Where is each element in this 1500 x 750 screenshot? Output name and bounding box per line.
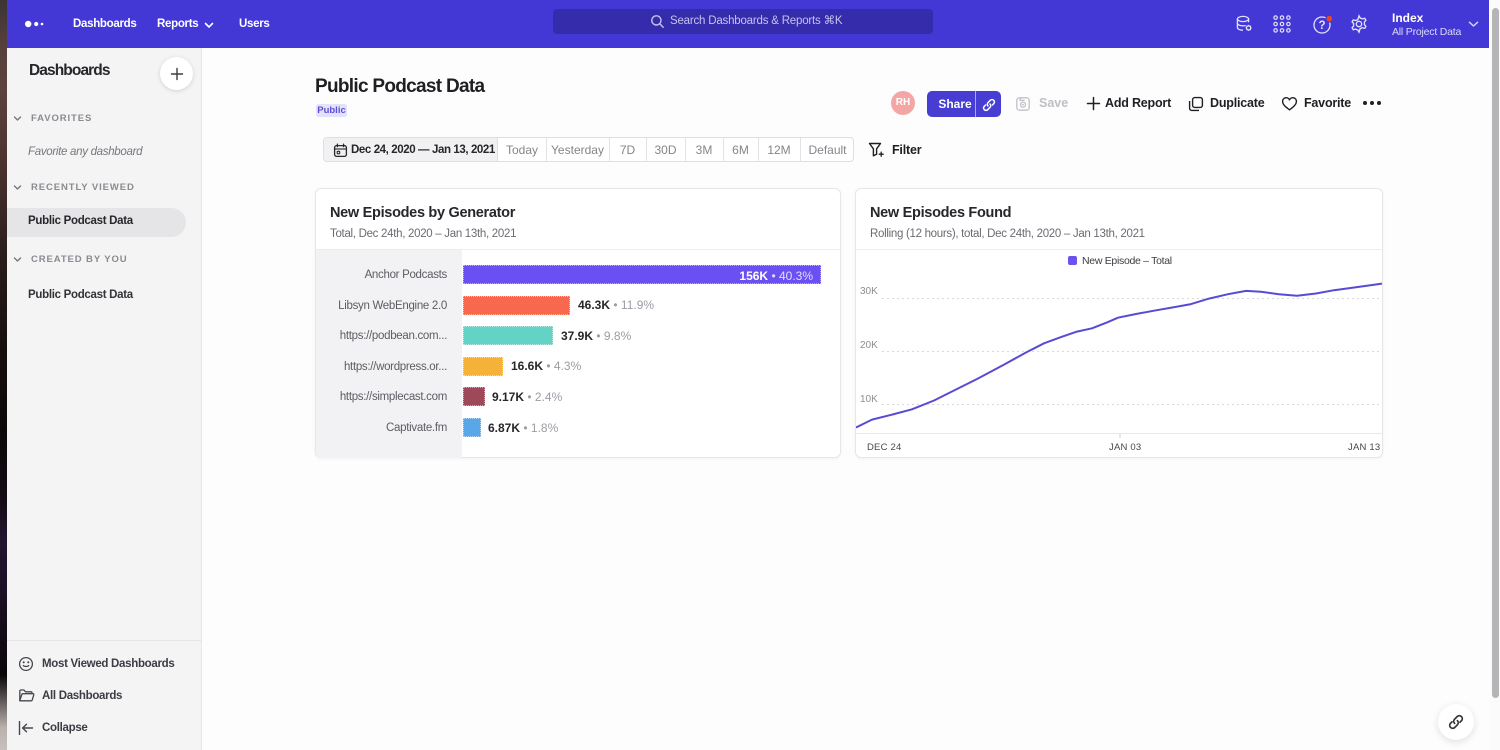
svg-text:?: ?: [1318, 20, 1325, 32]
